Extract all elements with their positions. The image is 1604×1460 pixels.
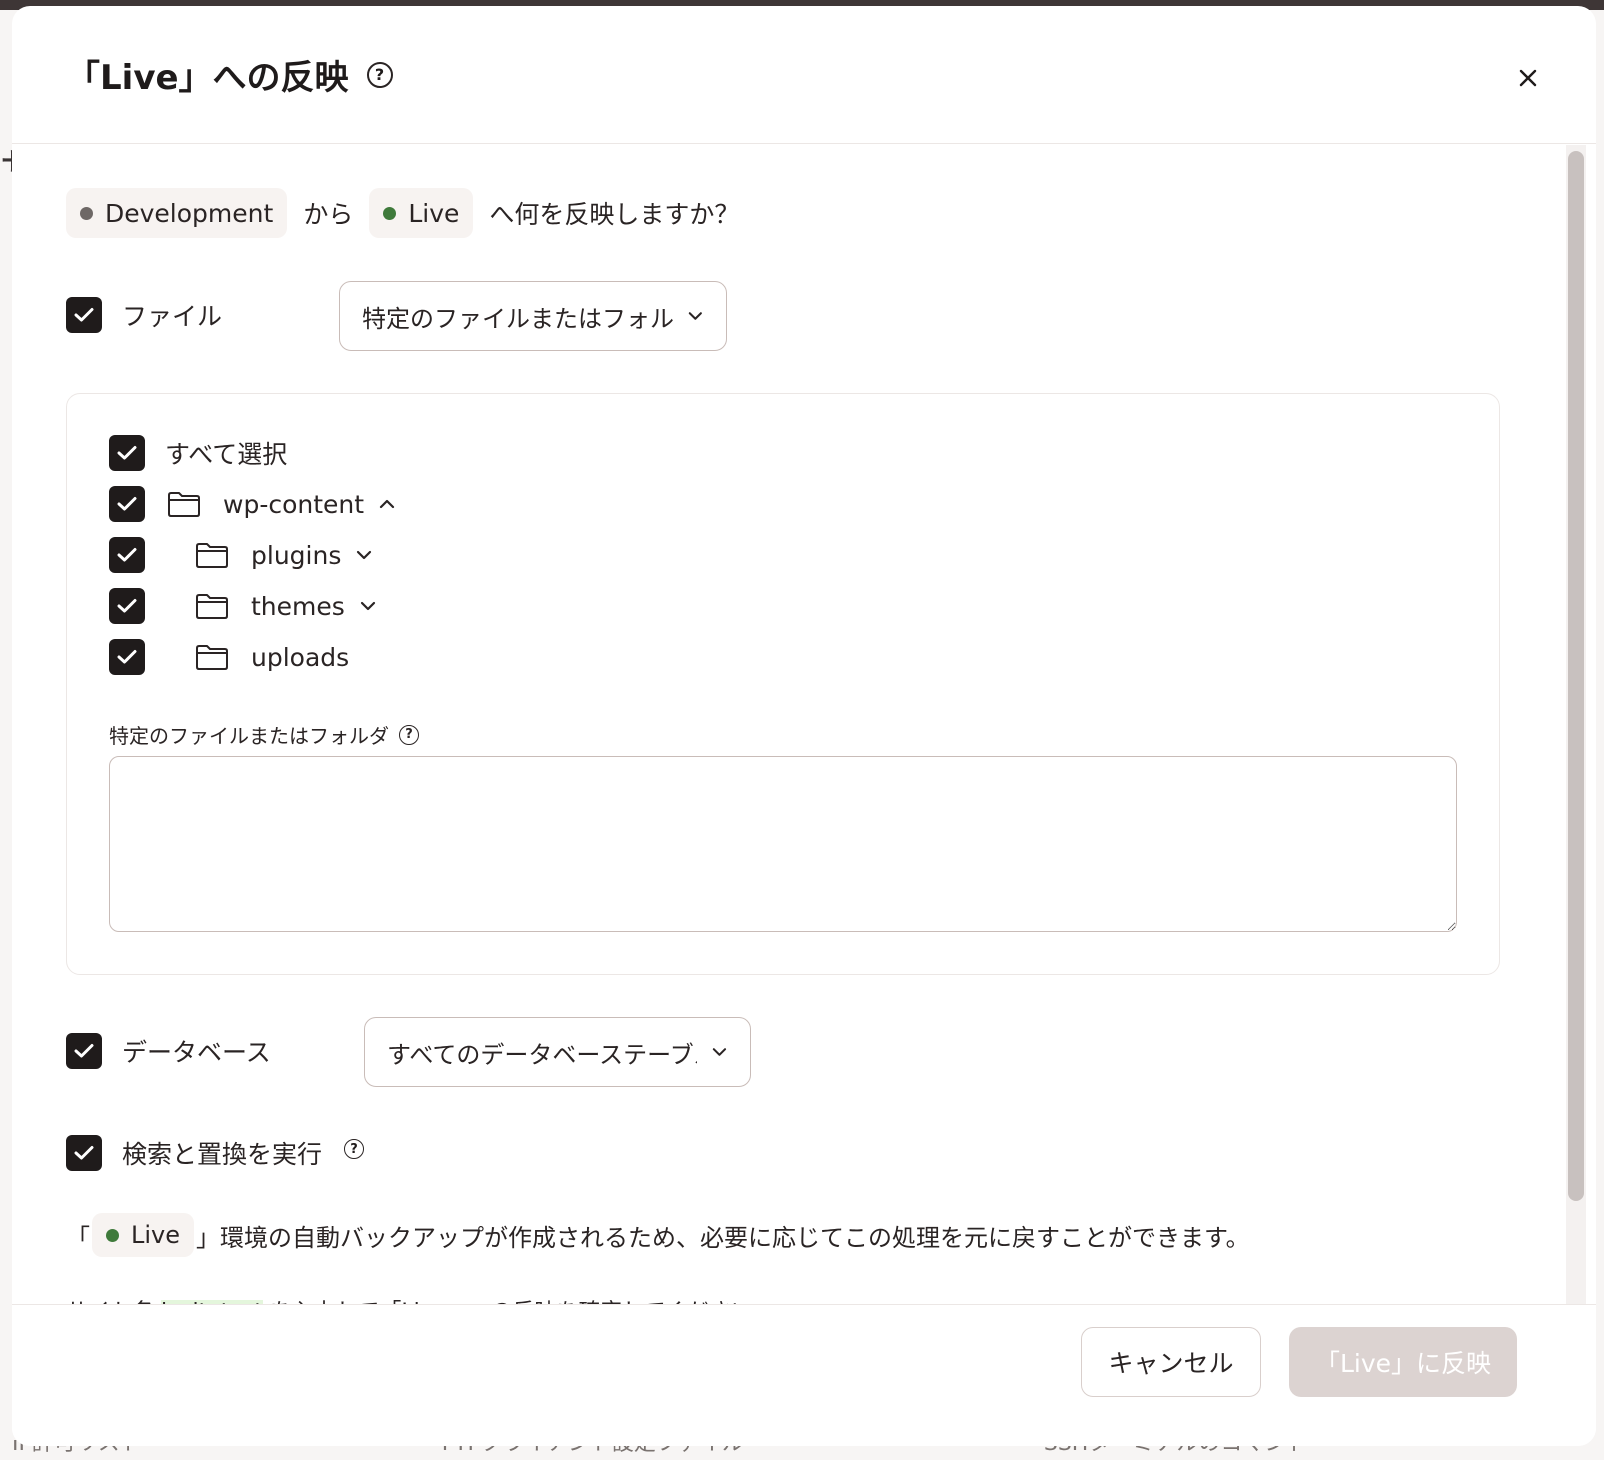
themes-checkbox[interactable] [109,588,145,624]
folder-icon [167,490,201,518]
modal-header: 「Live」への反映 ? [12,6,1596,144]
specific-path-textarea[interactable] [109,756,1457,932]
help-icon[interactable]: ? [399,724,419,745]
modal-title-text: 「Live」への反映 [66,58,349,98]
scrollbar-thumb[interactable] [1568,151,1584,1201]
checkmark-icon [117,650,137,664]
checkmark-icon [117,446,137,460]
chevron-down-icon [689,312,703,320]
checkmark-icon [74,308,94,322]
wp-content-checkbox[interactable] [109,486,145,522]
files-option: ファイル [66,297,222,333]
environment-row: Development から Live へ何を反映しますか？ [66,188,739,238]
chevron-up-icon[interactable] [378,498,396,510]
target-env-badge: Live [369,188,474,238]
cancel-button[interactable]: キャンセル [1081,1327,1261,1397]
close-button[interactable] [1512,62,1544,94]
chevron-down-icon[interactable] [359,600,377,612]
database-checkbox[interactable] [66,1033,102,1069]
tree-row-wp-content: wp-content [109,486,396,522]
live-env-badge: Live [92,1213,195,1257]
files-checkbox[interactable] [66,297,102,333]
backup-note-text: 」環境の自動バックアップが作成されるため、必要に応じてこの処理を元に戻すことがで… [196,1223,1250,1252]
backup-note: 「 Live 」環境の自動バックアップが作成されるため、必要に応じてこの処理を元… [66,1213,1250,1257]
wp-content-label[interactable]: wp-content [223,490,364,519]
checkmark-icon [117,599,137,613]
tree-row-themes: themes [109,588,377,624]
select-all-checkbox[interactable] [109,435,145,471]
target-env-label: Live [408,198,460,228]
chevron-down-icon[interactable] [355,549,373,561]
database-option: データベース [66,1033,271,1069]
file-tree-panel: すべて選択 wp-content plugins themes uploads … [66,393,1500,975]
from-text: から [303,200,354,229]
modal-body: Development から Live へ何を反映しますか？ ファイル 特定のフ… [12,145,1568,1340]
close-icon [1519,69,1537,87]
live-status-dot [383,206,397,220]
help-icon[interactable]: ? [344,1139,365,1159]
folder-icon [195,643,229,671]
checkmark-icon [74,1044,94,1058]
database-label: データベース [122,1038,271,1067]
source-env-badge: Development [66,188,288,238]
modal-footer: キャンセル 「Live」に反映 [12,1304,1596,1446]
select-all-label: すべて選択 [165,440,288,469]
search-replace-option: 検索と置換を実行 ? [66,1135,365,1171]
specific-path-label: 特定のファイルまたはフォルダ ? [109,720,419,749]
search-replace-label: 検索と置換を実行 [122,1140,323,1169]
folder-icon [195,592,229,620]
backup-note-prefix: 「 [66,1223,90,1252]
files-scope-value: 特定のファイルまたはフォルダ [362,304,674,333]
plugins-label[interactable]: plugins [251,541,341,570]
tree-row-uploads: uploads [109,639,349,675]
checkmark-icon [117,497,137,511]
live-env-label: Live [131,1221,181,1249]
files-label: ファイル [122,302,223,331]
files-scope-select[interactable]: 特定のファイルまたはフォルダ [339,281,727,351]
modal-title: 「Live」への反映 ? [66,50,393,99]
apply-to-live-button[interactable]: 「Live」に反映 [1289,1327,1517,1397]
tree-row-plugins: plugins [109,537,373,573]
help-icon[interactable]: ? [366,61,393,88]
themes-label[interactable]: themes [251,592,345,621]
question-text: へ何を反映しますか？ [489,200,740,229]
select-all-row: すべて選択 [109,435,287,471]
database-scope-select[interactable]: すべてのデータベーステーブル [364,1017,751,1087]
plugins-checkbox[interactable] [109,537,145,573]
chevron-down-icon [712,1048,727,1056]
database-scope-value: すべてのデータベーステーブル [387,1040,698,1069]
source-env-label: Development [105,198,274,228]
live-status-dot [106,1228,119,1242]
dev-status-dot [80,206,93,220]
checkmark-icon [117,548,137,562]
uploads-label: uploads [251,642,350,672]
folder-icon [195,541,229,569]
specific-path-label-text: 特定のファイルまたはフォルダ [109,724,389,748]
uploads-checkbox[interactable] [109,639,145,675]
search-replace-checkbox[interactable] [66,1135,102,1171]
background-left-edge: サ [0,135,12,193]
push-to-live-modal: 「Live」への反映 ? Development から Live へ何を反映しま… [12,6,1596,1446]
checkmark-icon [74,1146,94,1160]
